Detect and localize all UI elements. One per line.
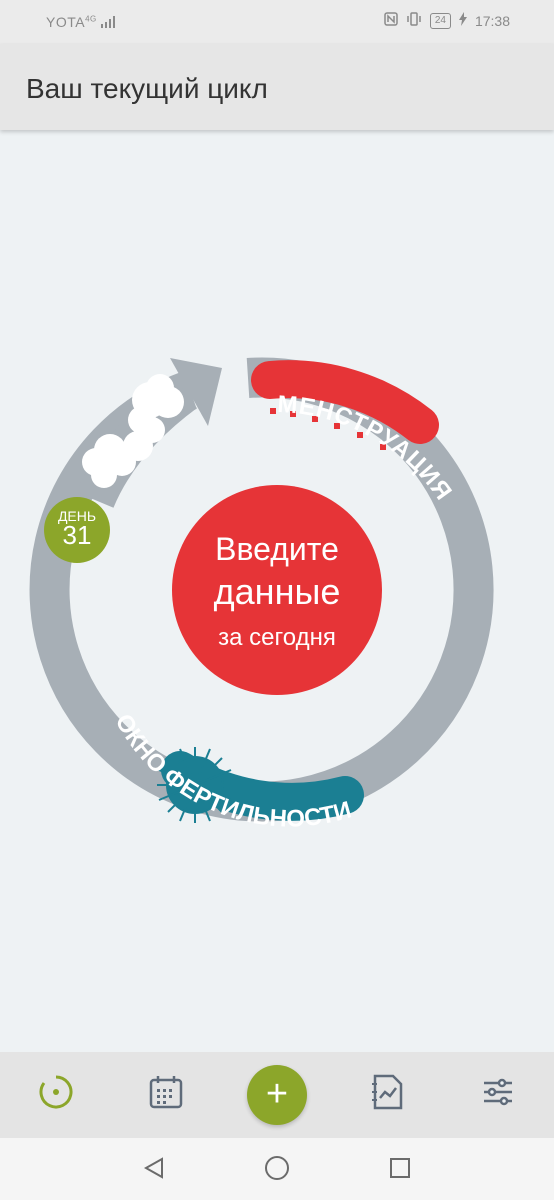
home-icon — [264, 1155, 290, 1186]
nav-calendar[interactable] — [146, 1074, 186, 1114]
day-badge: ДЕНЬ 31 — [44, 497, 110, 563]
cycle-ring: МЕНСТРУАЦИЯ ОКНО ФЕРТИЛЬНОСТИ ДЕНЬ 31 Вв… — [29, 357, 494, 833]
carrier-name: YOTA4G — [46, 14, 117, 30]
vibrate-icon — [406, 12, 422, 29]
page-title: Ваш текущий цикл — [26, 73, 268, 104]
day-number: 31 — [63, 520, 92, 550]
signal-icon — [101, 14, 117, 30]
cycle-icon — [38, 1074, 74, 1115]
app-bar: Ваш текущий цикл — [0, 44, 554, 130]
nav-settings[interactable] — [478, 1074, 518, 1114]
enter-data-line2: данные — [214, 571, 341, 612]
home-button[interactable] — [263, 1155, 291, 1186]
battery-indicator: 24 — [429, 12, 451, 29]
enter-data-button[interactable]: Введите данные за сегодня — [172, 485, 382, 695]
back-icon — [142, 1156, 166, 1185]
bottom-nav: + — [0, 1052, 554, 1138]
system-nav-bar — [0, 1138, 554, 1200]
charging-icon — [458, 12, 467, 29]
back-button[interactable] — [140, 1156, 168, 1184]
fertility-label: ОКНО ФЕРТИЛЬНОСТИ — [110, 709, 355, 832]
clock: 17:38 — [474, 12, 510, 29]
nav-notes-chart[interactable] — [368, 1074, 408, 1114]
calendar-icon — [149, 1075, 183, 1114]
add-button[interactable]: + — [247, 1065, 307, 1125]
nfc-icon — [384, 12, 398, 29]
recents-icon — [388, 1156, 412, 1185]
notes-chart-icon — [371, 1074, 405, 1115]
status-bar: YOTA4G 24 17:38 — [0, 0, 554, 44]
settings-sliders-icon — [482, 1077, 514, 1112]
nav-cycle[interactable] — [36, 1074, 76, 1114]
recents-button[interactable] — [386, 1156, 414, 1184]
enter-data-line3: за сегодня — [218, 624, 336, 651]
enter-data-line1: Введите — [215, 531, 339, 567]
